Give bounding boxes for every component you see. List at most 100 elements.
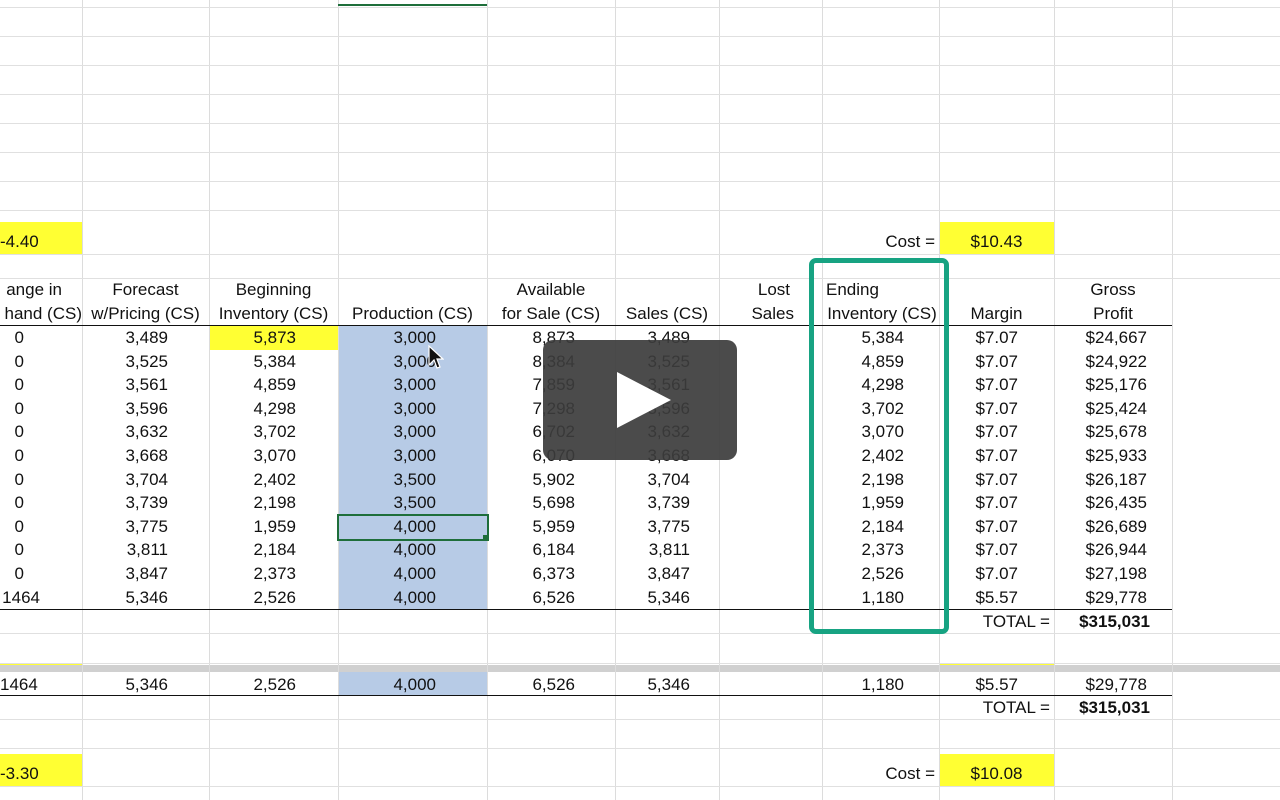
- cell-i[interactable]: $7.07: [939, 420, 1018, 444]
- cell-i[interactable]: $7.07: [939, 562, 1018, 586]
- cell-i[interactable]: $7.07: [939, 350, 1018, 374]
- cell-b[interactable]: 3,739: [82, 491, 168, 515]
- cell-f[interactable]: 3,775: [615, 515, 690, 539]
- cell-e[interactable]: 6,373: [487, 562, 575, 586]
- cell-j[interactable]: $26,435: [1054, 491, 1147, 515]
- cell-c[interactable]: 2,373: [209, 562, 296, 586]
- total-value-bottom[interactable]: $315,031: [1054, 696, 1150, 720]
- cell-e[interactable]: 6,526: [487, 586, 575, 610]
- total-value-top[interactable]: $315,031: [1054, 610, 1150, 634]
- cell-d[interactable]: 3,000: [338, 444, 436, 468]
- cell-b[interactable]: 3,525: [82, 350, 168, 374]
- cell-d[interactable]: 3,500: [338, 468, 436, 492]
- active-cell-selection[interactable]: [337, 514, 489, 541]
- cell-a[interactable]: 0: [0, 350, 24, 374]
- cell-j[interactable]: $27,198: [1054, 562, 1147, 586]
- bottom-cell-c[interactable]: 2,526: [209, 673, 296, 697]
- cell-c[interactable]: 2,198: [209, 491, 296, 515]
- fill-handle[interactable]: [483, 535, 489, 541]
- cost-value-top[interactable]: $10.43: [939, 230, 1054, 254]
- bottom-cell-i[interactable]: $5.57: [939, 673, 1018, 697]
- cell-f[interactable]: 3,739: [615, 491, 690, 515]
- cell-b[interactable]: 3,668: [82, 444, 168, 468]
- cell-i[interactable]: $7.07: [939, 491, 1018, 515]
- cell-c[interactable]: 5,384: [209, 350, 296, 374]
- cell-i[interactable]: $7.07: [939, 538, 1018, 562]
- bottom-cell-h[interactable]: 1,180: [822, 673, 904, 697]
- cell-i[interactable]: $7.07: [939, 515, 1018, 539]
- cell-b[interactable]: 3,847: [82, 562, 168, 586]
- cell-a[interactable]: 0: [0, 420, 24, 444]
- cell-b[interactable]: 3,811: [82, 538, 168, 562]
- cell-a[interactable]: 0: [0, 562, 24, 586]
- cell-j[interactable]: $24,667: [1054, 326, 1147, 350]
- cell-b[interactable]: 3,561: [82, 373, 168, 397]
- cell-d[interactable]: 3,000: [338, 420, 436, 444]
- cell-f[interactable]: 3,811: [615, 538, 690, 562]
- cell-c[interactable]: 2,184: [209, 538, 296, 562]
- cell-i[interactable]: $7.07: [939, 397, 1018, 421]
- cell-c[interactable]: 5,873: [209, 326, 296, 350]
- cell-c[interactable]: 1,959: [209, 515, 296, 539]
- cell-c[interactable]: 3,702: [209, 420, 296, 444]
- cell-f[interactable]: 5,346: [615, 586, 690, 610]
- cell-a[interactable]: 0: [0, 491, 24, 515]
- cell-j[interactable]: $25,424: [1054, 397, 1147, 421]
- bottom-cell-a[interactable]: 1464: [0, 673, 80, 697]
- bottom-cell-e[interactable]: 6,526: [487, 673, 575, 697]
- cell-e[interactable]: 5,902: [487, 468, 575, 492]
- cell-j[interactable]: $29,778: [1054, 586, 1147, 610]
- cell-i[interactable]: $7.07: [939, 468, 1018, 492]
- bottom-cell-b[interactable]: 5,346: [82, 673, 168, 697]
- cell-a[interactable]: 0: [0, 397, 24, 421]
- cell-a[interactable]: 0: [0, 373, 24, 397]
- cell-c[interactable]: 3,070: [209, 444, 296, 468]
- cell-d[interactable]: 3,000: [338, 373, 436, 397]
- cell-c[interactable]: 2,526: [209, 586, 296, 610]
- elasticity-cell-top[interactable]: -4.40: [0, 230, 80, 254]
- cell-d[interactable]: 3,000: [338, 397, 436, 421]
- cell-j[interactable]: $25,176: [1054, 373, 1147, 397]
- cell-j[interactable]: $25,933: [1054, 444, 1147, 468]
- cell-b[interactable]: 3,596: [82, 397, 168, 421]
- cell-b[interactable]: 3,632: [82, 420, 168, 444]
- cell-e[interactable]: 5,959: [487, 515, 575, 539]
- cell-d[interactable]: 3,000: [338, 350, 436, 374]
- cell-a[interactable]: 0: [0, 515, 24, 539]
- cell-i[interactable]: $5.57: [939, 586, 1018, 610]
- cell-a[interactable]: 0: [0, 538, 24, 562]
- cell-f[interactable]: 3,704: [615, 468, 690, 492]
- cell-j[interactable]: $26,944: [1054, 538, 1147, 562]
- video-play-button[interactable]: [543, 340, 737, 460]
- cell-c[interactable]: 4,859: [209, 373, 296, 397]
- cell-d[interactable]: 4,000: [338, 562, 436, 586]
- bottom-cell-j[interactable]: $29,778: [1054, 673, 1147, 697]
- cell-e[interactable]: 6,184: [487, 538, 575, 562]
- cell-a[interactable]: 0: [0, 326, 24, 350]
- cell-d[interactable]: 3,500: [338, 491, 436, 515]
- cell-i[interactable]: $7.07: [939, 326, 1018, 350]
- cell-j[interactable]: $24,922: [1054, 350, 1147, 374]
- cell-a[interactable]: 0: [0, 468, 24, 492]
- cell-b[interactable]: 3,775: [82, 515, 168, 539]
- cell-f[interactable]: 3,847: [615, 562, 690, 586]
- cell-b[interactable]: 3,489: [82, 326, 168, 350]
- cell-c[interactable]: 4,298: [209, 397, 296, 421]
- cell-d[interactable]: 4,000: [338, 538, 436, 562]
- cell-e[interactable]: 5,698: [487, 491, 575, 515]
- cost-value-bottom[interactable]: $10.08: [939, 762, 1054, 786]
- elasticity-cell-bottom[interactable]: -3.30: [0, 762, 80, 786]
- bottom-cell-d[interactable]: 4,000: [338, 673, 436, 697]
- cell-d[interactable]: 3,000: [338, 326, 436, 350]
- cell-j[interactable]: $26,187: [1054, 468, 1147, 492]
- cell-i[interactable]: $7.07: [939, 444, 1018, 468]
- cell-b[interactable]: 5,346: [82, 586, 168, 610]
- cell-j[interactable]: $25,678: [1054, 420, 1147, 444]
- cell-a[interactable]: 0: [0, 444, 24, 468]
- cell-c[interactable]: 2,402: [209, 468, 296, 492]
- cell-i[interactable]: $7.07: [939, 373, 1018, 397]
- cell-a[interactable]: 1464: [0, 586, 40, 610]
- cell-b[interactable]: 3,704: [82, 468, 168, 492]
- cell-d[interactable]: 4,000: [338, 586, 436, 610]
- cell-j[interactable]: $26,689: [1054, 515, 1147, 539]
